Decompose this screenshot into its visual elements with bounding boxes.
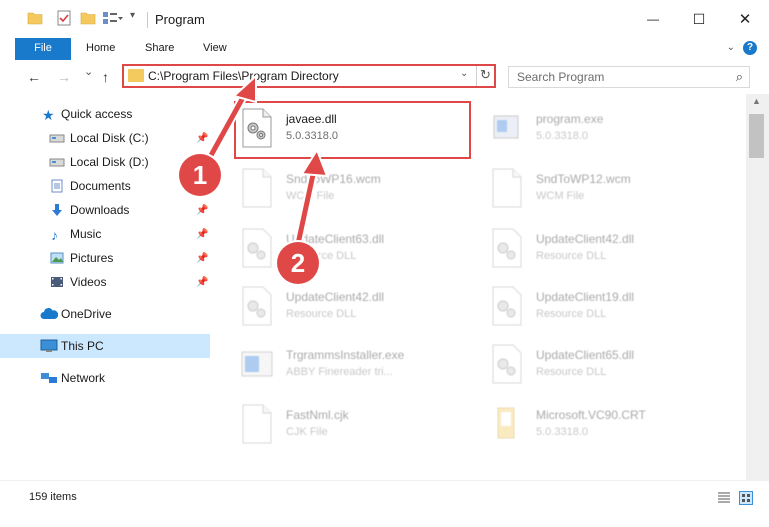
step-1-badge: 1	[179, 154, 221, 196]
annotation-arrows	[199, 73, 329, 249]
step-2-badge: 2	[277, 242, 319, 284]
explorer-window: ▾ Program — ☐ ✕ File Home Share View ⌄ ?…	[0, 0, 769, 527]
